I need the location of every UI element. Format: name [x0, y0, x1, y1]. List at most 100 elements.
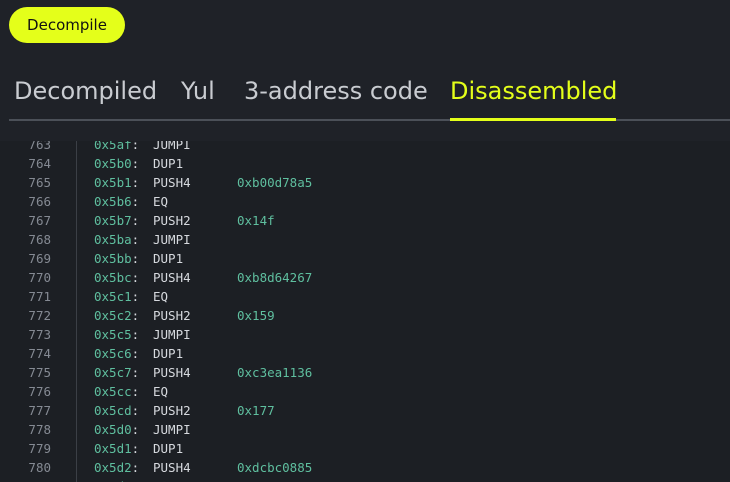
address-text: 0x5cc	[94, 384, 132, 399]
address-text: 0x5b7	[94, 213, 132, 228]
code-line: 779 0x5d1: DUP1	[0, 439, 730, 458]
address-colon: :	[131, 175, 140, 190]
line-number: 765	[28, 175, 51, 190]
address-colon: :	[131, 441, 140, 456]
opcode: PUSH2	[153, 213, 191, 228]
disassembly-editor[interactable]: 763 0x5af: JUMPI 764 0x5b0: DUP1 765 0x5b1: PUSH…	[0, 141, 730, 482]
code-line: 774 0x5c6: DUP1	[0, 344, 730, 363]
tab-3-address-code[interactable]: 3-address code	[244, 74, 428, 120]
line-number: 779	[28, 441, 51, 456]
line-number: 778	[28, 422, 51, 437]
operand: 0xb8d64267	[237, 270, 313, 285]
line-number: 780	[28, 460, 51, 475]
line-number: 773	[28, 327, 51, 342]
opcode: PUSH2	[153, 308, 191, 323]
address-text: 0x5c2	[94, 308, 132, 323]
code-line: 768 0x5ba: JUMPI	[0, 230, 730, 249]
code-line: 781 0x5d7: EQ	[0, 477, 730, 482]
address-text: 0x5c1	[94, 289, 132, 304]
line-number: 775	[28, 365, 51, 380]
instruction-address: 0x5b1:	[94, 173, 139, 192]
instruction-address: 0x5c6:	[94, 344, 139, 363]
address-colon: :	[131, 194, 140, 209]
operand: 0xdcbc0885	[237, 460, 313, 475]
address-text: 0x5cd	[94, 403, 132, 418]
address-colon: :	[131, 346, 140, 361]
code-line: 766 0x5b6: EQ	[0, 192, 730, 211]
opcode: PUSH4	[153, 365, 191, 380]
address-colon: :	[131, 213, 140, 228]
opcode: EQ	[153, 384, 169, 399]
opcode: EQ	[153, 194, 169, 209]
address-text: 0x5c5	[94, 327, 132, 342]
line-number: 770	[28, 270, 51, 285]
tab-disassembled[interactable]: Disassembled	[450, 74, 617, 120]
code-line: 775 0x5c7: PUSH4 0xc3ea1136	[0, 363, 730, 382]
line-number: 772	[28, 308, 51, 323]
address-text: 0x5ba	[94, 232, 132, 247]
instruction-address: 0x5cc:	[94, 382, 139, 401]
address-text: 0x5b1	[94, 175, 132, 190]
address-text: 0x5d0	[94, 422, 132, 437]
instruction-address: 0x5d1:	[94, 439, 139, 458]
line-number: 781	[0, 477, 51, 482]
opcode: DUP1	[153, 346, 184, 361]
code-line: 780 0x5d2: PUSH4 0xdcbc0885	[0, 458, 730, 477]
opcode: DUP1	[153, 251, 184, 266]
line-number: 776	[28, 384, 51, 399]
line-number: 777	[28, 403, 51, 418]
instruction-address: 0x5d0:	[94, 420, 139, 439]
top-bar: Decompile Decompiled Yul 3-address code …	[0, 0, 730, 141]
tabs-divider	[9, 119, 730, 121]
line-number: 769	[28, 251, 51, 266]
code-line: 776 0x5cc: EQ	[0, 382, 730, 401]
instruction-address: 0x5bc:	[94, 268, 139, 287]
code-line: 778 0x5d0: JUMPI	[0, 420, 730, 439]
instruction-address: 0x5b7:	[94, 211, 139, 230]
instruction-address: 0x5c7:	[94, 363, 139, 382]
address-colon: :	[131, 460, 140, 475]
opcode: DUP1	[153, 156, 184, 171]
opcode: EQ	[153, 477, 168, 482]
decompile-button[interactable]: Decompile	[9, 7, 125, 43]
view-tabs: Decompiled Yul 3-address code Disassembl…	[9, 74, 730, 122]
instruction-address: 0x5b0:	[94, 154, 139, 173]
line-number: 764	[28, 156, 51, 171]
code-line: 773 0x5c5: JUMPI	[0, 325, 730, 344]
address-colon: :	[131, 365, 140, 380]
address-text: 0x5d1	[94, 441, 132, 456]
address-text: 0x5bc	[94, 270, 132, 285]
code-line: 769 0x5bb: DUP1	[0, 249, 730, 268]
opcode: JUMPI	[153, 232, 191, 247]
opcode: JUMPI	[153, 422, 191, 437]
address-colon: :	[131, 327, 140, 342]
instruction-address: 0x5c5:	[94, 325, 139, 344]
address-colon: :	[131, 289, 140, 304]
code-lines: 763 0x5af: JUMPI 764 0x5b0: DUP1 765 0x5b1: PUSH…	[0, 141, 730, 482]
line-number: 763	[28, 141, 51, 152]
address-colon: :	[131, 270, 140, 285]
instruction-address: 0x5d2:	[94, 458, 139, 477]
code-line: 765 0x5b1: PUSH4 0xb00d78a5	[0, 173, 730, 192]
address-text: 0x5af	[94, 141, 132, 152]
opcode: JUMPI	[153, 327, 191, 342]
tab-yul[interactable]: Yul	[181, 74, 215, 120]
instruction-address: 0x5c2:	[94, 306, 139, 325]
line-number: 766	[28, 194, 51, 209]
active-tab-indicator	[450, 118, 616, 121]
address-colon: :	[131, 141, 140, 152]
line-number: 771	[28, 289, 51, 304]
address-colon: :	[131, 403, 140, 418]
address-text: 0x5b6	[94, 194, 132, 209]
tab-decompiled[interactable]: Decompiled	[14, 74, 157, 120]
address-colon: :	[131, 384, 140, 399]
opcode: PUSH2	[153, 403, 191, 418]
instruction-address: 0x5ba:	[94, 230, 139, 249]
address-text: 0x5bb	[94, 251, 132, 266]
operand: 0x14f	[237, 213, 275, 228]
opcode: EQ	[153, 289, 169, 304]
address-colon: :	[131, 232, 140, 247]
instruction-address: 0x5b6:	[94, 192, 139, 211]
code-line: 767 0x5b7: PUSH2 0x14f	[0, 211, 730, 230]
code-line: 763 0x5af: JUMPI	[0, 141, 730, 154]
